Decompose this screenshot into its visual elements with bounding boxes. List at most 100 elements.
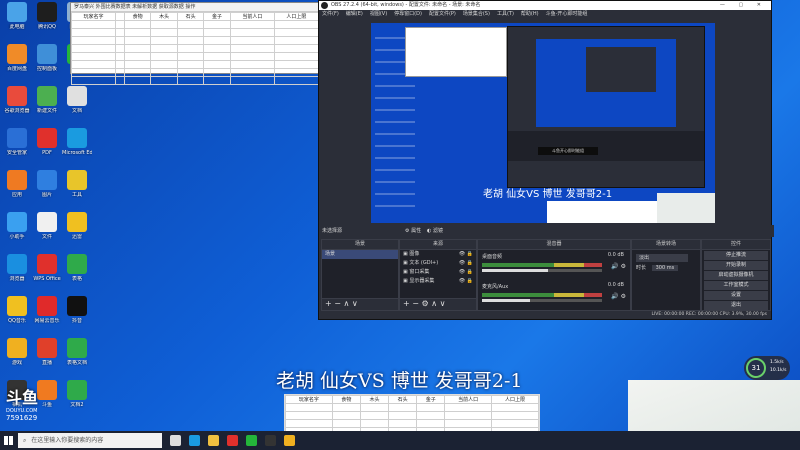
menu-item[interactable]: 场景集合(S) — [463, 11, 490, 17]
table-cell[interactable] — [229, 28, 275, 37]
sources-buttons[interactable]: + − ⚙ ∧ ∨ — [400, 298, 476, 310]
table-cell[interactable] — [115, 28, 125, 37]
table-cell[interactable] — [150, 60, 178, 69]
desktop-icon[interactable]: QQ音乐 — [2, 296, 32, 324]
table-cell[interactable] — [203, 36, 231, 45]
volume-slider[interactable] — [482, 299, 602, 302]
window-controls[interactable]: — ▢ ✕ — [720, 1, 767, 10]
volume-slider[interactable] — [482, 269, 602, 272]
control-button[interactable]: 退出 — [704, 301, 768, 310]
table-cell[interactable] — [176, 28, 205, 37]
column-header[interactable]: 金子 — [416, 395, 446, 404]
column-header[interactable]: 石头 — [176, 12, 205, 21]
folder-icon[interactable] — [208, 435, 219, 446]
wps-icon[interactable] — [227, 435, 238, 446]
table-row[interactable] — [285, 419, 539, 428]
table-row[interactable] — [285, 403, 539, 412]
speaker-icon[interactable]: 🔊 ⚙ — [611, 293, 626, 300]
control-button[interactable]: 停止推流 — [704, 251, 768, 260]
desktop-icon[interactable]: 此电脑 — [2, 2, 32, 30]
table-cell[interactable] — [150, 76, 178, 85]
table-cell[interactable] — [150, 44, 178, 53]
visibility-lock-icon[interactable]: 👁 🔒 — [459, 277, 473, 286]
desktop-icon[interactable]: 抖音 — [62, 296, 92, 324]
table-cell[interactable] — [285, 419, 333, 428]
desktop-icon[interactable]: 图片 — [32, 170, 62, 198]
table-cell[interactable] — [203, 76, 231, 85]
table-cell[interactable] — [115, 68, 125, 77]
column-header[interactable]: 石头 — [388, 395, 418, 404]
desktop-icon[interactable]: 游戏 — [2, 338, 32, 366]
table-cell[interactable] — [176, 52, 205, 61]
desktop-icon[interactable]: 文件 — [32, 212, 62, 240]
table-cell[interactable] — [273, 20, 320, 29]
table-cell[interactable] — [273, 28, 320, 37]
table-cell[interactable] — [123, 36, 152, 45]
table-cell[interactable] — [123, 52, 152, 61]
speaker-icon[interactable]: 🔊 ⚙ — [611, 263, 626, 270]
edge-icon[interactable] — [189, 435, 200, 446]
visibility-lock-icon[interactable]: 👁 🔒 — [459, 250, 473, 259]
table-cell[interactable] — [150, 36, 178, 45]
table-cell[interactable] — [176, 44, 205, 53]
table-cell[interactable] — [123, 20, 152, 29]
desktop-icon[interactable]: 文档2 — [62, 380, 92, 408]
table-cell[interactable] — [203, 60, 231, 69]
menu-item[interactable]: 视图(V) — [370, 11, 387, 17]
column-header[interactable]: 木头 — [359, 395, 390, 404]
table-cell[interactable] — [229, 60, 275, 69]
table-cell[interactable] — [70, 68, 117, 77]
table-cell[interactable] — [359, 411, 390, 420]
column-header[interactable]: 木头 — [150, 12, 178, 21]
table-cell[interactable] — [388, 419, 418, 428]
table-cell[interactable] — [115, 76, 125, 85]
table-cell[interactable] — [150, 20, 178, 29]
table-cell[interactable] — [176, 20, 205, 29]
table-cell[interactable] — [416, 411, 446, 420]
table-cell[interactable] — [203, 44, 231, 53]
table-cell[interactable] — [203, 20, 231, 29]
desktop-icon[interactable]: PDF — [32, 128, 62, 156]
desktop-icon[interactable]: Microsoft Edge — [62, 128, 92, 156]
table-cell[interactable] — [491, 411, 539, 420]
desktop-icon[interactable]: 小助手 — [2, 212, 32, 240]
source-item[interactable]: ▣ 显示器采集 👁 🔒 — [400, 277, 476, 286]
table-cell[interactable] — [331, 411, 361, 420]
desktop-icon[interactable]: 直播 — [32, 338, 62, 366]
table-cell[interactable] — [444, 419, 493, 428]
table-cell[interactable] — [444, 403, 493, 412]
table-cell[interactable] — [176, 68, 205, 77]
source-item[interactable]: ▣ 文本 (GDI+) 👁 🔒 — [400, 259, 476, 268]
table-cell[interactable] — [176, 36, 205, 45]
desktop-icon[interactable]: 表格 — [62, 254, 92, 282]
table-cell[interactable] — [203, 68, 231, 77]
menu-item[interactable]: 斗鱼-开心即时能组 — [546, 11, 588, 17]
desktop-icon[interactable]: 文档 — [62, 86, 92, 114]
visibility-lock-icon[interactable]: 👁 🔒 — [459, 259, 473, 268]
desktop-icon[interactable]: 新建文件 — [32, 86, 62, 114]
table-cell[interactable] — [273, 52, 320, 61]
table-cell[interactable] — [416, 403, 446, 412]
table-cell[interactable] — [388, 403, 418, 412]
table-row[interactable] — [70, 28, 320, 37]
table-cell[interactable] — [331, 419, 361, 428]
column-header[interactable]: 当前人口 — [229, 12, 275, 21]
column-header[interactable]: 玩家名字 — [70, 12, 117, 21]
obs-preview[interactable]: 斗鱼开心即时能组 老胡 仙女VS 博世 发哥哥2-1 — [371, 23, 715, 223]
table-cell[interactable] — [203, 28, 231, 37]
table-cell[interactable] — [115, 60, 125, 69]
table-row[interactable] — [70, 44, 320, 53]
table-cell[interactable] — [273, 36, 320, 45]
column-header[interactable]: 人口上限 — [273, 12, 320, 21]
table-cell[interactable] — [176, 60, 205, 69]
column-header[interactable]: 当前人口 — [444, 395, 493, 404]
table-cell[interactable] — [123, 68, 152, 77]
column-header[interactable]: 玩家名字 — [285, 395, 333, 404]
table-cell[interactable] — [115, 44, 125, 53]
source-item[interactable]: ▣ 窗口采集 👁 🔒 — [400, 268, 476, 277]
table-cell[interactable] — [229, 36, 275, 45]
table-cell[interactable] — [150, 52, 178, 61]
table-cell[interactable] — [176, 76, 205, 85]
control-button[interactable]: 工作室模式 — [704, 281, 768, 290]
table-cell[interactable] — [115, 20, 125, 29]
